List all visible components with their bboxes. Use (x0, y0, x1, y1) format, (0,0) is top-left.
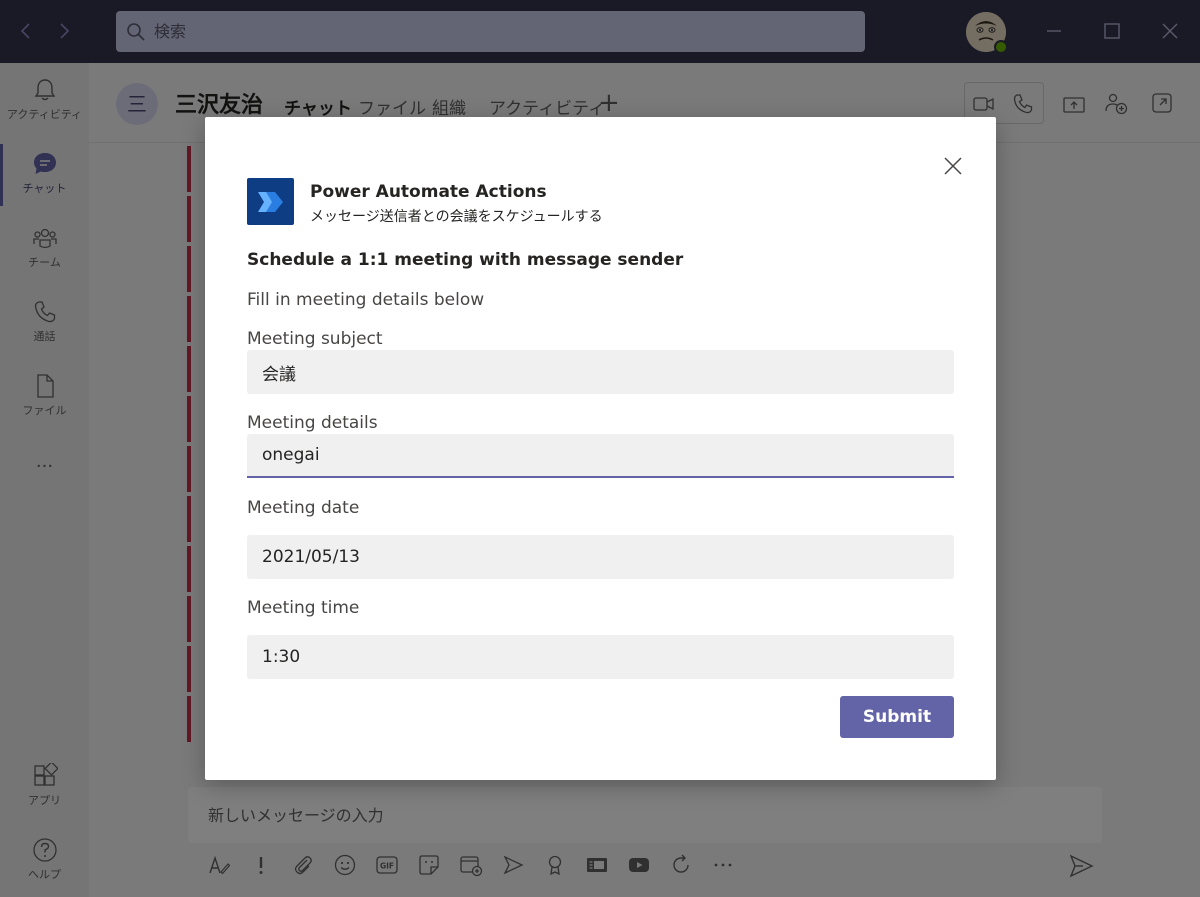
power-automate-dialog: Power Automate Actions メッセージ送信者との会議をスケジュ… (205, 117, 996, 780)
card-description: Fill in meeting details below (247, 290, 485, 310)
meeting-time-field[interactable] (247, 635, 954, 679)
meeting-subject-label: Meeting subject (247, 329, 383, 349)
meeting-subject-input[interactable] (247, 350, 954, 394)
meeting-date-field[interactable] (247, 535, 954, 579)
meeting-time-input[interactable] (247, 635, 954, 679)
submit-button[interactable]: Submit (840, 696, 954, 738)
meeting-details-input[interactable] (247, 434, 954, 476)
meeting-date-label: Meeting date (247, 498, 360, 518)
card-title: Schedule a 1:1 meeting with message send… (247, 250, 684, 270)
app-subtitle: メッセージ送信者との会議をスケジュールする (310, 209, 603, 225)
meeting-details-field[interactable] (247, 434, 954, 478)
close-icon[interactable] (942, 155, 964, 177)
meeting-time-label: Meeting time (247, 598, 360, 618)
app-name: Power Automate Actions (310, 182, 547, 202)
power-automate-logo-icon (247, 178, 294, 225)
meeting-date-input[interactable] (247, 535, 954, 579)
meeting-subject-field[interactable] (247, 350, 954, 394)
meeting-details-label: Meeting details (247, 413, 378, 433)
